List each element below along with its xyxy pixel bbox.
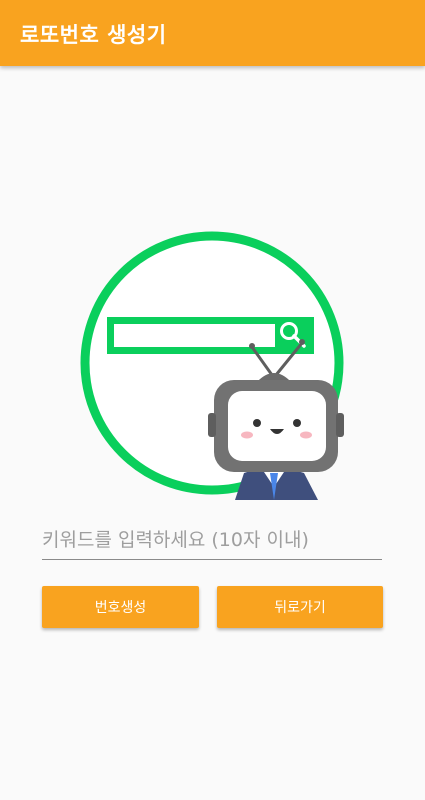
- generate-button[interactable]: 번호생성: [42, 586, 199, 628]
- hero-illustration: [80, 225, 350, 500]
- search-mascot-illustration: [80, 231, 344, 500]
- app-title: 로또번호 생성기: [20, 23, 167, 47]
- keyword-input[interactable]: [42, 524, 382, 560]
- app-bar: 로또번호 생성기: [0, 0, 425, 66]
- app-screen: 로또번호 생성기 키워드를 입력하세요 (10자 이내) 번호생성 뒤로가기: [0, 0, 425, 800]
- back-button[interactable]: 뒤로가기: [217, 586, 383, 628]
